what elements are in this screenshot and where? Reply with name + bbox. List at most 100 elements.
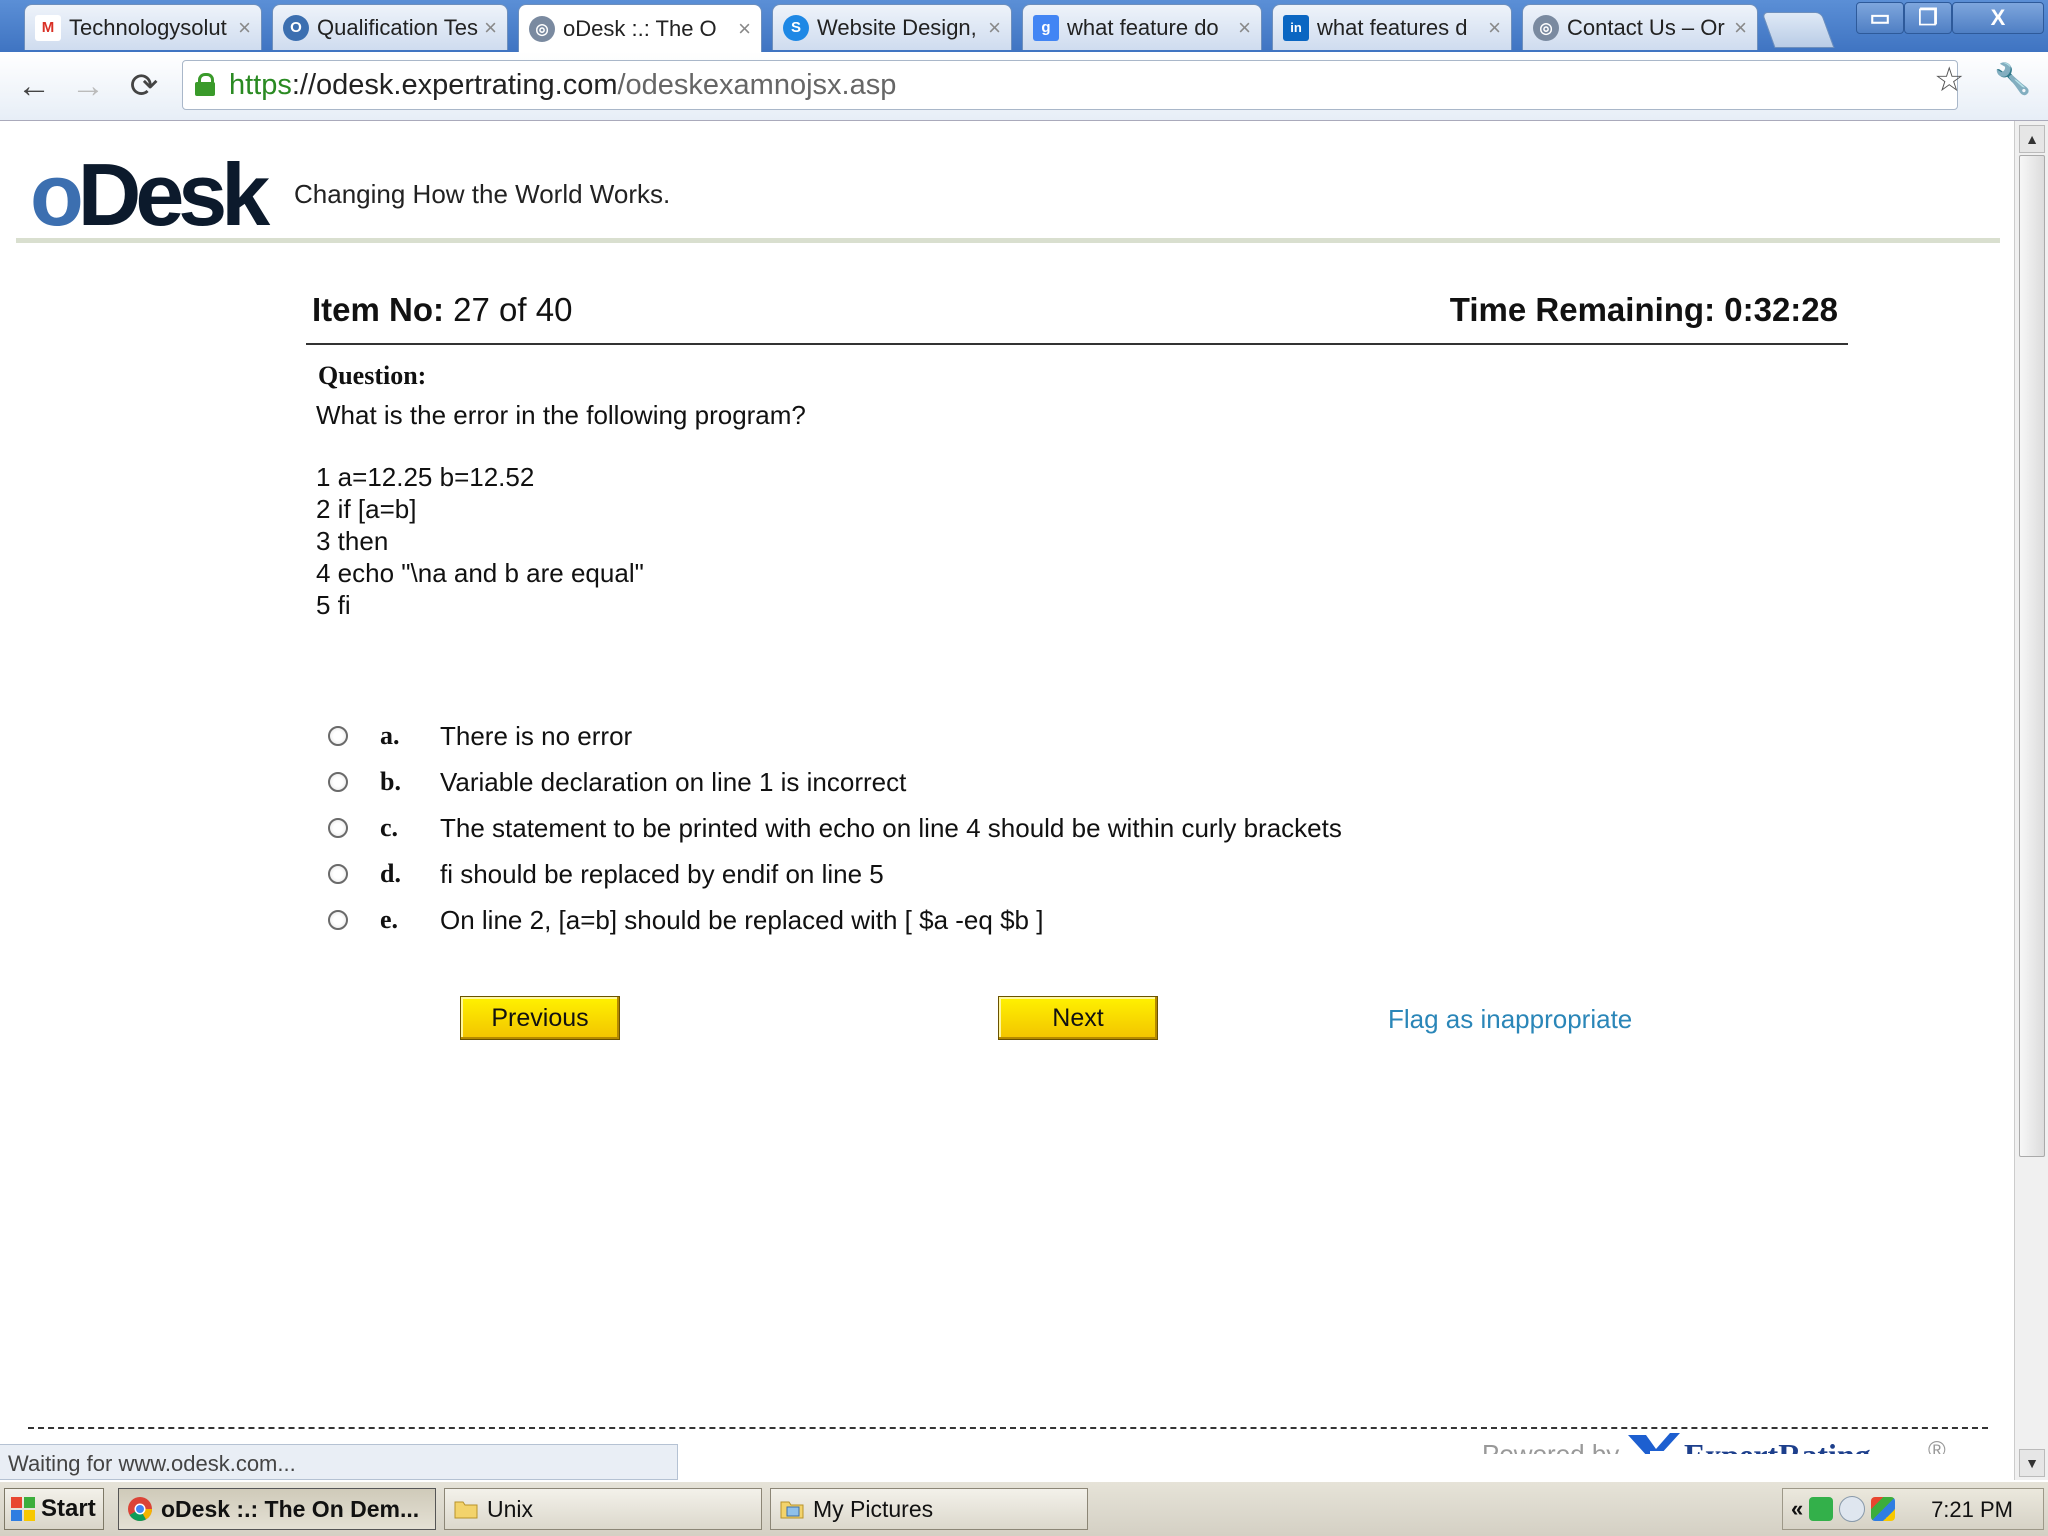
option-b-radio[interactable] [328, 772, 348, 792]
address-bar[interactable]: https://odesk.expertrating.com/odeskexam… [182, 60, 1958, 110]
code-line: 4 echo "\na and b are equal" [316, 558, 644, 588]
odesk-o-icon: O [283, 14, 309, 41]
answer-options: a. There is no error b. Variable declara… [328, 713, 1342, 943]
lock-icon [195, 73, 215, 96]
taskbar-item-label: Unix [487, 1495, 534, 1522]
time-remaining: Time Remaining: 0:32:28 [1449, 291, 1838, 328]
forward-button[interactable]: → [66, 64, 110, 108]
folder-icon [454, 1501, 478, 1519]
question-divider [306, 343, 1848, 345]
tray-expand-icon[interactable]: « [1791, 1496, 1803, 1522]
option-e-radio[interactable] [328, 910, 348, 930]
tab-odesk-active[interactable]: ◎ oDesk :.: The O × [518, 4, 762, 52]
item-number: Item No: 27 of 40 [312, 291, 573, 328]
option-letter: a. [380, 721, 400, 750]
tab-close-icon[interactable]: × [1734, 15, 1747, 41]
option-letter: b. [380, 767, 401, 796]
tab-title: Contact Us – Or [1567, 14, 1725, 40]
reload-button[interactable]: ⟳ [122, 64, 166, 108]
next-button[interactable]: Next [998, 996, 1158, 1040]
option-e: e. On line 2, [a=b] should be replaced w… [328, 897, 1342, 943]
option-text: fi should be replaced by endif on line 5 [440, 858, 884, 889]
start-button[interactable]: Start [4, 1488, 104, 1530]
tab-title: oDesk :.: The O [563, 15, 717, 41]
tab-close-icon[interactable]: × [484, 15, 497, 41]
taskbar-item-label: oDesk :.: The On Dem... [161, 1495, 420, 1522]
code-block: 1 a=12.25 b=12.52 2 if [a=b] 3 then 4 ec… [316, 461, 644, 621]
vertical-scrollbar[interactable]: ▲ ▼ [2014, 121, 2048, 1480]
close-icon: X [1990, 5, 2006, 30]
taskbar-item-chrome[interactable]: oDesk :.: The On Dem... [118, 1488, 436, 1530]
tab-close-icon[interactable]: × [988, 15, 1001, 41]
scroll-down-icon[interactable]: ▼ [2019, 1449, 2045, 1477]
option-text: On line 2, [a=b] should be replaced with… [440, 904, 1044, 935]
option-d: d. fi should be replaced by endif on lin… [328, 851, 1342, 897]
chat-bubble-icon[interactable] [1839, 1496, 1866, 1522]
header-divider [16, 238, 2000, 243]
option-text: Variable declaration on line 1 is incorr… [440, 766, 907, 797]
powered-by-label: Powered by [1482, 1439, 1620, 1454]
chrome-icon [128, 1497, 152, 1522]
flag-inappropriate-link[interactable]: Flag as inappropriate [1388, 1004, 1632, 1035]
windows-logo-icon [11, 1497, 35, 1521]
pictures-folder-icon [780, 1501, 804, 1519]
tab-close-icon[interactable]: × [738, 16, 751, 42]
expertrating-logo-icon [1628, 1433, 1680, 1454]
close-window-button[interactable]: X [1952, 2, 2044, 34]
tab-close-icon[interactable]: × [238, 15, 251, 41]
option-c: c. The statement to be printed with echo… [328, 805, 1342, 851]
odesk-logo: oDesk [30, 145, 270, 244]
tab-close-icon[interactable]: × [1488, 15, 1501, 41]
option-a-radio[interactable] [328, 726, 348, 746]
wrench-menu-icon[interactable]: 🔧 [1994, 62, 2031, 97]
linkedin-icon: in [1283, 14, 1309, 41]
option-b: b. Variable declaration on line 1 is inc… [328, 759, 1342, 805]
scroll-up-icon[interactable]: ▲ [2019, 125, 2045, 153]
tab-strip: M Technologysolut × O Qualification Tes … [0, 0, 2048, 52]
system-tray: « 7:21 PM [1782, 1488, 2044, 1530]
taskbar-item-unix[interactable]: Unix [444, 1488, 762, 1530]
status-bubble: Waiting for www.odesk.com... [0, 1444, 678, 1480]
option-letter: e. [380, 905, 399, 934]
forward-arrow-icon: → [71, 66, 105, 105]
taskbar-item-label: My Pictures [813, 1495, 934, 1522]
tab-title: Qualification Tes [317, 14, 479, 40]
option-text: There is no error [440, 720, 633, 751]
back-arrow-icon: ← [17, 66, 51, 105]
tab-contact-us[interactable]: ◎ Contact Us – Or × [1522, 4, 1758, 50]
tab-linkedin[interactable]: in what features d × [1272, 4, 1512, 50]
question-text: What is the error in the following progr… [316, 400, 806, 430]
previous-button[interactable]: Previous [460, 996, 620, 1040]
code-line: 5 fi [316, 590, 351, 620]
google-icon: g [1033, 14, 1059, 41]
taskbar-item-my-pictures[interactable]: My Pictures [770, 1488, 1088, 1530]
scroll-thumb[interactable] [2019, 155, 2045, 1157]
tab-title: what feature do [1067, 14, 1219, 40]
security-shield-icon[interactable] [1809, 1497, 1834, 1521]
tab-website-design[interactable]: S Website Design, × [772, 4, 1012, 50]
clock: 7:21 PM [1931, 1497, 2013, 1522]
expertrating-name: ExpertRating [1684, 1437, 1871, 1454]
tab-close-icon[interactable]: × [1238, 15, 1251, 41]
restore-icon: ❐ [1918, 5, 1938, 30]
globe-icon: ◎ [1533, 14, 1559, 41]
globe-icon: ◎ [529, 15, 555, 42]
tab-qualification[interactable]: O Qualification Tes × [272, 4, 508, 50]
code-line: 3 then [316, 526, 389, 556]
gmail-icon: M [35, 14, 61, 41]
restore-button[interactable]: ❐ [1904, 2, 1952, 34]
tab-title: Technologysolut [69, 14, 227, 40]
network-icon[interactable] [1871, 1497, 1896, 1521]
bookmark-star-icon[interactable]: ☆ [1934, 60, 1964, 100]
registered-mark: ® [1928, 1437, 1946, 1454]
back-button[interactable]: ← [12, 64, 56, 108]
option-d-radio[interactable] [328, 864, 348, 884]
page-viewport: oDesk Changing How the World Works. Item… [0, 121, 2014, 1454]
tab-gmail[interactable]: M Technologysolut × [24, 4, 262, 50]
new-tab-button[interactable] [1761, 12, 1835, 48]
tab-google-search[interactable]: g what feature do × [1022, 4, 1262, 50]
minimize-button[interactable]: ▭ [1856, 2, 1904, 34]
tab-title: Website Design, [817, 14, 977, 40]
option-c-radio[interactable] [328, 818, 348, 838]
skype-icon: S [783, 14, 809, 41]
